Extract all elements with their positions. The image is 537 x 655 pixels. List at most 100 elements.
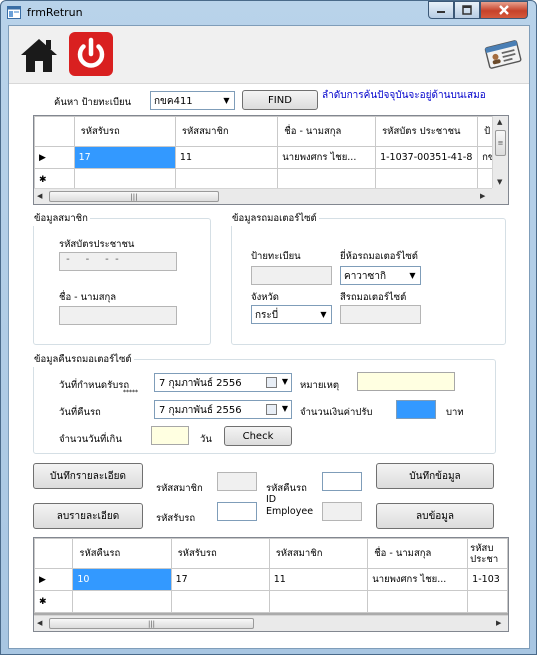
scroll-thumb[interactable]: ≡ — [495, 130, 506, 156]
scroll-thumb[interactable]: ||| — [49, 618, 254, 629]
rent-id-field[interactable] — [217, 502, 257, 521]
name-field[interactable] — [59, 306, 177, 325]
chevron-down-icon: ▼ — [219, 92, 234, 109]
return-date-picker[interactable]: 7 กุมภาพันธ์ 2556 ▼ — [154, 400, 292, 419]
day-unit-label: วัน — [200, 434, 212, 445]
home-icon — [21, 39, 57, 72]
due-date-marker: ***** — [123, 389, 138, 396]
window-title: frmRetrun — [27, 6, 83, 19]
table-cell[interactable]: 17 — [170, 568, 270, 591]
table-cell[interactable]: 1-1037-00351-41-8 — [375, 146, 479, 169]
table-cell[interactable]: 11 — [268, 568, 369, 591]
plate-label: ป้ายทะเบียน — [251, 251, 301, 262]
member-id-label: รหัสสมาชิก — [156, 483, 203, 494]
table-cell[interactable]: 17 — [73, 146, 176, 169]
column-header[interactable]: ชื่อ - นามสกุล — [367, 538, 469, 569]
chevron-down-icon: ▼ — [281, 377, 288, 386]
column-header[interactable]: รหัสบัตร ประชาชน — [375, 116, 479, 147]
search-plate-label: ค้นหา ป้ายทะเบียน — [54, 97, 132, 108]
column-header[interactable]: รหัสบ ประชา — [467, 538, 508, 569]
return-date-label: วันที่คืนรถ — [59, 407, 101, 418]
scroll-up-icon: ▲ — [497, 118, 503, 126]
column-header[interactable]: ชื่อ - นามสกุล — [277, 116, 377, 147]
employee-id-field[interactable] — [322, 502, 362, 521]
return-group: ข้อมูลคืนรถมอเตอร์ไซต์ วันที่กำหนดรับรถ … — [32, 352, 496, 454]
member-group: ข้อมูลสมาชิก รหัสบัตรประชาชน - - - - ชื่… — [32, 211, 211, 345]
column-header[interactable]: รหัสสมาชิก — [174, 116, 279, 147]
column-header[interactable]: รหัสรับรถ — [170, 538, 270, 569]
id-card-label: รหัสบัตรประชาชน — [59, 239, 135, 250]
save-data-button[interactable]: บันทึกข้อมูล — [376, 463, 494, 489]
title-bar[interactable]: frmRetrun — [1, 1, 536, 25]
table-cell[interactable]: นายพงศกร ไชย... — [367, 568, 469, 591]
vertical-scrollbar[interactable]: ▲ ≡ ▼ — [492, 116, 508, 190]
motorcycle-group: ข้อมูลรถมอเตอร์ไซต์ ป้ายทะเบียน ยี่ห้อรถ… — [230, 211, 506, 345]
motorcycle-group-title: ข้อมูลรถมอเตอร์ไซต์ — [230, 211, 319, 226]
plate-select-value: กขค411 — [154, 96, 193, 107]
horizontal-scrollbar[interactable]: ◀ ||| ▶ — [34, 615, 508, 631]
currency-label: บาท — [446, 407, 464, 418]
maximize-button[interactable] — [454, 1, 480, 19]
overdue-days-field[interactable] — [151, 426, 189, 445]
brand-select[interactable]: คาวาซากิ ▼ — [340, 266, 421, 285]
id-card-button[interactable] — [483, 38, 523, 70]
power-button[interactable] — [69, 32, 113, 76]
save-detail-button[interactable]: บันทึกรายละเอียด — [33, 463, 143, 489]
delete-data-button[interactable]: ลบข้อมูล — [376, 503, 494, 529]
form-client-area: ค้นหา ป้ายทะเบียน กขค411 ▼ FIND ลำดับการ… — [8, 25, 530, 649]
return-grid[interactable]: รหัสคืนรถ รหัสรับรถ รหัสสมาชิก ชื่อ - นา… — [33, 537, 509, 632]
current-row-marker: ▶ — [34, 146, 75, 169]
home-button[interactable] — [19, 35, 59, 75]
table-cell[interactable]: นายพงศกร ไชย... — [277, 146, 377, 169]
rent-grid[interactable]: รหัสรับรถ รหัสสมาชิก ชื่อ - นามสกุล รหัส… — [33, 115, 509, 205]
delete-detail-button[interactable]: ลบรายละเอียด — [33, 503, 143, 529]
scroll-down-icon: ▼ — [497, 178, 503, 186]
return-date-value: 7 กุมภาพันธ์ 2556 — [159, 405, 242, 416]
overdue-days-label: จำนวนวันที่เกิน — [59, 434, 122, 445]
calendar-icon — [266, 377, 277, 388]
column-header[interactable]: รหัสสมาชิก — [268, 538, 369, 569]
scroll-thumb[interactable]: ||| — [49, 191, 219, 202]
horizontal-scrollbar[interactable]: ◀ ||| ▶ — [34, 188, 492, 204]
id-card-icon — [484, 40, 522, 69]
brand-label: ยี่ห้อรถมอเตอร์ไซต์ — [340, 251, 418, 262]
note-field[interactable] — [357, 372, 455, 391]
due-date-picker[interactable]: 7 กุมภาพันธ์ 2556 ▼ — [154, 373, 292, 392]
table-cell[interactable]: 1-103 — [467, 568, 508, 591]
fine-label: จำนวนเงินค่าปรับ — [300, 407, 373, 418]
plate-select[interactable]: กขค411 ▼ — [150, 91, 235, 110]
scroll-left-icon: ◀ — [37, 192, 43, 200]
find-button[interactable]: FIND — [242, 90, 318, 110]
chevron-down-icon: ▼ — [405, 267, 420, 284]
column-header[interactable]: รหัสรับรถ — [73, 116, 176, 147]
table-row[interactable]: ▶ 17 11 นายพงศกร ไชย... 1-1037-00351-41-… — [34, 146, 508, 169]
current-row-marker: ▶ — [34, 568, 74, 591]
province-select[interactable]: กระบี่ ▼ — [251, 305, 332, 324]
close-button[interactable] — [480, 1, 528, 19]
minimize-button[interactable] — [428, 1, 454, 19]
id-card-field[interactable]: - - - - — [59, 252, 177, 271]
due-date-label: วันที่กำหนดรับรถ — [59, 380, 130, 391]
table-cell[interactable]: 10 — [72, 568, 172, 591]
search-hint-text: ลำดับการค้นปัจจุบันจะอยู่ด้านบนเสมอ — [322, 90, 486, 101]
rent-id-label: รหัสรับรถ — [156, 513, 196, 524]
maximize-icon — [462, 5, 472, 15]
table-row[interactable]: ▶ 10 17 11 นายพงศกร ไชย... 1-103 — [34, 568, 508, 591]
return-id-field[interactable] — [322, 472, 362, 491]
color-field[interactable] — [340, 305, 421, 324]
grid-corner — [34, 116, 75, 147]
plate-field[interactable] — [251, 266, 332, 285]
fine-field[interactable] — [396, 400, 436, 419]
check-button[interactable]: Check — [224, 426, 292, 446]
calendar-icon — [266, 404, 277, 415]
minimize-icon — [437, 11, 445, 13]
member-id-field[interactable] — [217, 472, 257, 491]
new-row-marker: ✱ — [34, 590, 74, 613]
return-group-title: ข้อมูลคืนรถมอเตอร์ไซต์ — [32, 352, 134, 367]
note-label: หมายเหตุ — [300, 380, 340, 391]
power-icon — [77, 37, 105, 68]
table-cell[interactable]: 11 — [174, 146, 279, 169]
scroll-right-icon: ▶ — [480, 192, 486, 200]
column-header[interactable]: รหัสคืนรถ — [72, 538, 172, 569]
new-row[interactable]: ✱ — [34, 590, 508, 613]
